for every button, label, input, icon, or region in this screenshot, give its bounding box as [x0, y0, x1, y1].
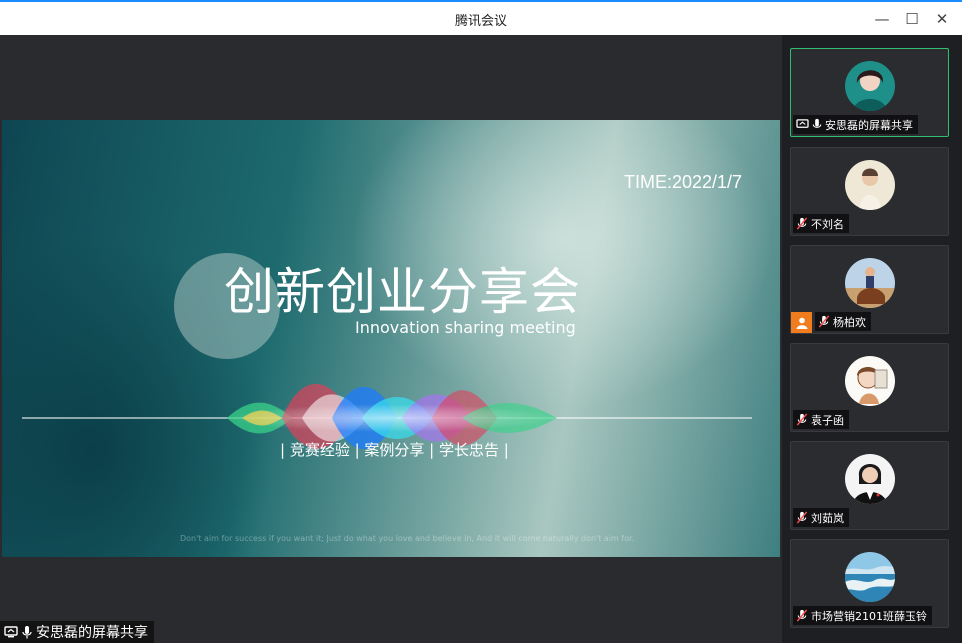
- shared-screen-stage[interactable]: TIME:2022/1/7 创新创业分享会 Innovation sharing…: [0, 35, 782, 643]
- mic-icon: [812, 118, 822, 131]
- slide-topics: | 竞赛经验 | 案例分享 | 学长忠告 |: [280, 441, 509, 459]
- avatar: [845, 258, 895, 308]
- mic-icon: [22, 625, 32, 639]
- maximize-button[interactable]: ☐: [898, 6, 926, 32]
- participant-name-tag: 杨柏欢: [815, 312, 871, 331]
- mic-muted-icon: [818, 315, 830, 328]
- slide-time: TIME:2022/1/7: [624, 172, 743, 192]
- meeting-window: 腾讯会议 — ☐ ✕ TIME:2022/1/7 创新创业分享会 Innovat…: [0, 0, 962, 643]
- host-badge: [791, 312, 812, 333]
- participant-name-tag: 不刘名: [793, 214, 849, 233]
- close-icon: ✕: [935, 10, 949, 28]
- mic-muted-icon: [796, 413, 808, 426]
- participant-name-tag: 袁子函: [793, 410, 849, 429]
- participant-tile[interactable]: 市场营销2101班薛玉铃: [790, 539, 949, 628]
- screen-share-icon: [4, 626, 18, 638]
- avatar: [845, 160, 895, 210]
- participant-name: 市场营销2101班薛玉铃: [811, 609, 927, 623]
- minimize-icon: —: [874, 10, 890, 28]
- participant-panel[interactable]: 安思磊的屏幕共享 不刘名 杨柏欢 袁子函 刘茹岚 市场营销2101班薛玉铃: [782, 35, 962, 643]
- participant-tile[interactable]: 安思磊的屏幕共享: [790, 48, 949, 137]
- mic-muted-icon: [796, 609, 808, 622]
- slide-motto: Don't aim for success if you want it; Ju…: [180, 534, 635, 543]
- participant-tile[interactable]: 不刘名: [790, 147, 949, 236]
- participant-name: 安思磊的屏幕共享: [825, 118, 913, 132]
- participant-name: 不刘名: [811, 217, 844, 231]
- title-bar: 腾讯会议 — ☐ ✕: [0, 0, 962, 35]
- close-button[interactable]: ✕: [928, 6, 956, 32]
- maximize-icon: ☐: [905, 10, 919, 28]
- screen-share-status: 安思磊的屏幕共享: [0, 621, 154, 643]
- participant-name: 袁子函: [811, 413, 844, 427]
- minimize-button[interactable]: —: [868, 6, 896, 32]
- slide-title-en: Innovation sharing meeting: [355, 318, 576, 337]
- participant-name-tag: 市场营销2101班薛玉铃: [793, 606, 932, 625]
- participant-name: 杨柏欢: [833, 315, 866, 329]
- avatar: [845, 61, 895, 111]
- window-title: 腾讯会议: [454, 14, 507, 29]
- shared-slide: TIME:2022/1/7 创新创业分享会 Innovation sharing…: [2, 120, 780, 557]
- participant-tile[interactable]: 刘茹岚: [790, 441, 949, 530]
- avatar: [845, 454, 895, 504]
- participant-name-tag: 刘茹岚: [793, 508, 849, 527]
- mic-muted-icon: [796, 511, 808, 524]
- avatar: [845, 552, 895, 602]
- avatar: [845, 356, 895, 406]
- screen-share-icon: [796, 119, 809, 130]
- participant-tile[interactable]: 袁子函: [790, 343, 949, 432]
- slide-title-cn: 创新创业分享会: [224, 263, 581, 321]
- mic-muted-icon: [796, 217, 808, 230]
- participant-tile[interactable]: 杨柏欢: [790, 245, 949, 334]
- screen-share-label: 安思磊的屏幕共享: [36, 625, 148, 641]
- participant-name: 刘茹岚: [811, 511, 844, 525]
- participant-name-tag: 安思磊的屏幕共享: [793, 115, 918, 134]
